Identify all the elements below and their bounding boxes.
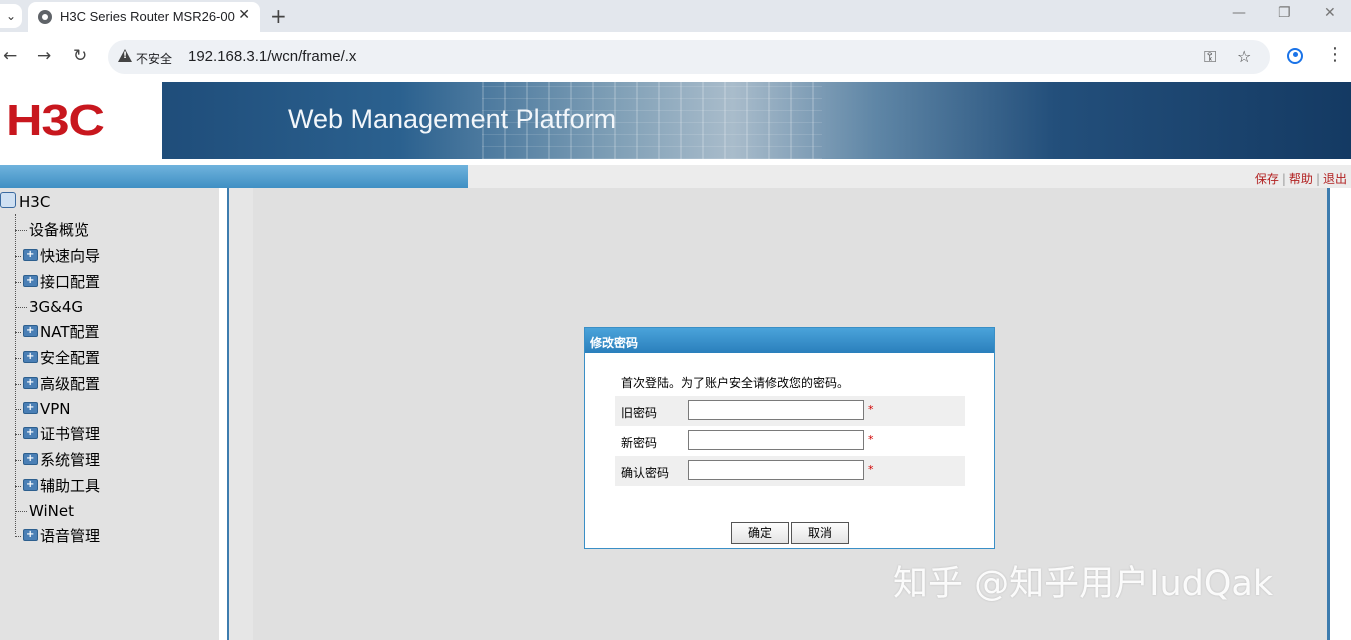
old-password-field[interactable]: [688, 400, 864, 420]
confirm-password-label: 确认密码: [621, 466, 670, 480]
sidebar-item-label: NAT配置: [40, 323, 100, 341]
folder-expand-icon[interactable]: [23, 449, 38, 469]
header-divider: [0, 159, 1351, 164]
right-margin: [1330, 188, 1351, 640]
sidebar-item-label: 高级配置: [40, 375, 101, 393]
required-mark: *: [868, 403, 874, 416]
cancel-button[interactable]: 取消: [791, 522, 849, 544]
action-bar-accent: [0, 165, 468, 188]
sidebar-item-voice-mgmt[interactable]: 语音管理: [15, 525, 101, 546]
sidebar-item-label: 设备概览: [29, 221, 90, 239]
browser-toolbar: ← → ↻ 不安全 192.168.3.1/wcn/frame/.x ⚿ ☆ ⋮: [0, 32, 1351, 83]
sidebar-item-advanced-config[interactable]: 高级配置: [15, 373, 101, 394]
tree-root-label: H3C: [19, 193, 51, 211]
sidebar-item-label: 3G&4G: [29, 298, 84, 316]
dialog-header: 修改密码: [585, 328, 994, 353]
dialog-title: 修改密码: [590, 336, 639, 350]
back-icon[interactable]: ←: [3, 46, 17, 66]
profile-icon[interactable]: [1287, 48, 1303, 64]
logo-text: H3C: [6, 96, 105, 145]
address-bar[interactable]: 不安全 192.168.3.1/wcn/frame/.x ⚿ ☆: [108, 40, 1270, 74]
old-password-row: 旧密码 *: [615, 396, 965, 426]
link-separator: |: [1315, 172, 1320, 186]
forward-icon[interactable]: →: [37, 46, 51, 66]
sidebar-item-device-overview[interactable]: 设备概览: [15, 220, 89, 240]
sidebar-item-label: WiNet: [29, 502, 74, 520]
folder-expand-icon[interactable]: [23, 398, 38, 418]
star-icon[interactable]: ☆: [1237, 47, 1251, 66]
new-password-label: 新密码: [621, 436, 658, 450]
logout-link[interactable]: 退出: [1323, 172, 1347, 186]
sidebar-item-vpn[interactable]: VPN: [15, 398, 71, 419]
sidebar-item-3g4g[interactable]: 3G&4G: [15, 297, 83, 317]
tab-title: H3C Series Router MSR26-00: [60, 9, 235, 24]
web-page: H3C Web Management Platform 保存 | 帮助 | 退出 H3C…: [0, 82, 1351, 640]
folder-expand-icon[interactable]: [23, 423, 38, 443]
sidebar-item-winet[interactable]: WiNet: [15, 501, 74, 521]
confirm-password-row: 确认密码 *: [615, 456, 965, 486]
content-edge: [229, 188, 253, 640]
sidebar-item-quick-wizard[interactable]: 快速向导: [15, 245, 101, 266]
header-links: 保存 | 帮助 | 退出: [1255, 170, 1347, 187]
menu-icon[interactable]: ⋮: [1326, 44, 1344, 65]
sidebar-item-label: 系统管理: [40, 451, 101, 469]
action-bar: 保存 | 帮助 | 退出: [0, 165, 1351, 188]
folder-expand-icon[interactable]: [23, 271, 38, 291]
sidebar-item-nat-config[interactable]: NAT配置: [15, 321, 100, 342]
save-link[interactable]: 保存: [1255, 172, 1279, 186]
sidebar-item-system-mgmt[interactable]: 系统管理: [15, 449, 101, 470]
sidebar-item-tools[interactable]: 辅助工具: [15, 475, 101, 496]
sidebar-item-label: 安全配置: [40, 349, 101, 367]
sidebar-item-certificate-mgmt[interactable]: 证书管理: [15, 423, 101, 444]
help-link[interactable]: 帮助: [1289, 172, 1313, 186]
sidebar-item-interface-config[interactable]: 接口配置: [15, 271, 101, 292]
folder-expand-icon[interactable]: [23, 245, 38, 265]
new-password-field[interactable]: [688, 430, 864, 450]
close-tab-icon[interactable]: ✕: [238, 7, 250, 23]
sidebar-item-label: 接口配置: [40, 273, 101, 291]
warning-icon[interactable]: [118, 49, 132, 62]
tab-search-button[interactable]: ⌄: [0, 4, 22, 28]
folder-expand-icon[interactable]: [23, 321, 38, 341]
security-label[interactable]: 不安全: [136, 50, 172, 67]
ok-button[interactable]: 确定: [731, 522, 789, 544]
sidebar-item-security-config[interactable]: 安全配置: [15, 347, 101, 368]
restore-icon[interactable]: ❐: [1278, 5, 1291, 21]
browser-tab-bar: ⌄ H3C Series Router MSR26-00 ✕ + — ❐ ✕: [0, 0, 1351, 32]
key-icon[interactable]: ⚿: [1204, 47, 1216, 67]
sidebar-item-label: 证书管理: [40, 425, 101, 443]
browser-tab[interactable]: H3C Series Router MSR26-00 ✕: [28, 2, 260, 32]
tree-root[interactable]: H3C: [0, 192, 50, 211]
folder-expand-icon[interactable]: [23, 373, 38, 393]
confirm-password-field[interactable]: [688, 460, 864, 480]
new-password-row: 新密码 *: [615, 426, 965, 456]
sidebar-item-label: 快速向导: [40, 247, 101, 265]
url-text[interactable]: 192.168.3.1/wcn/frame/.x: [188, 48, 356, 65]
reload-icon[interactable]: ↻: [73, 46, 87, 66]
required-mark: *: [868, 463, 874, 476]
minimize-icon[interactable]: —: [1232, 5, 1246, 21]
sidebar-nav-tree: H3C 设备概览 快速向导 接口配置 3G&4G NAT配置 安全配置 高级配置…: [0, 188, 219, 640]
link-separator: |: [1281, 172, 1286, 186]
page-title: Web Management Platform: [288, 104, 617, 134]
folder-expand-icon[interactable]: [23, 347, 38, 367]
change-password-dialog: 修改密码 首次登陆。为了账户安全请修改您的密码。 旧密码 * 新密码 * 确认密…: [584, 327, 995, 549]
old-password-label: 旧密码: [621, 406, 658, 420]
header-banner: Web Management Platform: [162, 82, 1351, 159]
network-icon: [0, 192, 16, 208]
folder-expand-icon[interactable]: [23, 525, 38, 545]
sidebar-divider: [219, 188, 227, 640]
required-mark: *: [868, 433, 874, 446]
sidebar-item-label: 语音管理: [40, 527, 101, 545]
logo: H3C: [0, 82, 162, 159]
watermark: 知乎 @知乎用户IudQak: [893, 564, 1274, 604]
globe-icon: [38, 10, 52, 24]
close-window-icon[interactable]: ✕: [1324, 5, 1336, 21]
new-tab-button[interactable]: +: [270, 4, 287, 28]
sidebar-item-label: 辅助工具: [40, 477, 101, 495]
folder-expand-icon[interactable]: [23, 475, 38, 495]
sidebar-item-label: VPN: [40, 400, 71, 418]
dialog-message: 首次登陆。为了账户安全请修改您的密码。: [621, 376, 850, 390]
